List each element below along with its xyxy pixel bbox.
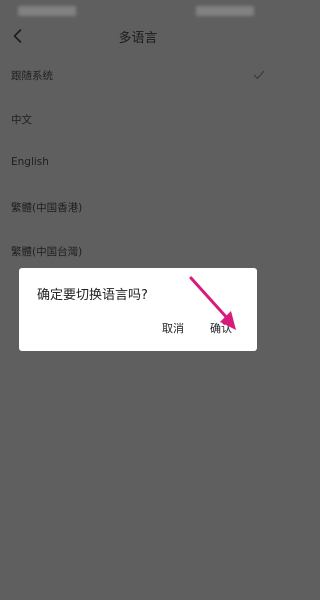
dialog-message: 确定要切换语言吗? [37,288,148,303]
cancel-button[interactable]: 取消 [162,320,184,336]
status-bar-right-blurred [196,6,254,16]
page-title: 多语言 [118,31,158,46]
language-item-label: 跟随系统 [11,70,53,82]
status-bar [0,0,276,22]
language-list: 跟随系统 中文 English 繁體(中国香港) 繁體(中国台灣) [0,54,276,274]
confirm-button[interactable]: 确认 [210,320,232,336]
confirm-dialog: 确定要切换语言吗? 取消 确认 [19,268,257,351]
language-item-english[interactable]: English [0,142,276,186]
language-item-traditional-hongkong[interactable]: 繁體(中国香港) [0,186,276,230]
language-item-label: 繁體(中国台灣) [11,246,83,258]
language-item-system[interactable]: 跟随系统 [0,54,276,98]
navigation-bar: 多语言 [0,22,276,50]
status-bar-left-blurred [18,6,76,16]
language-item-label: English [11,156,49,168]
check-icon [252,67,266,81]
language-item-label: 繁體(中国香港) [11,202,83,214]
language-item-chinese[interactable]: 中文 [0,98,276,142]
language-item-label: 中文 [11,114,32,126]
